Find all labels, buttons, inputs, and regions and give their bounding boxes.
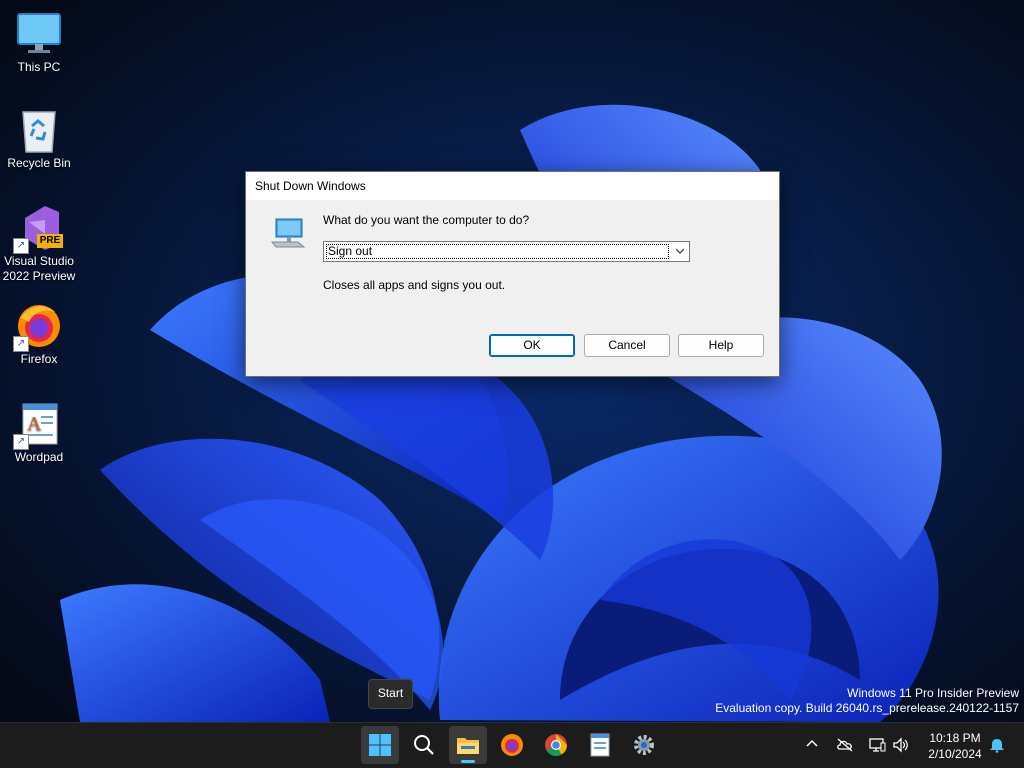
firefox-taskbar-button[interactable] (493, 726, 531, 764)
clock-date: 2/10/2024 (928, 747, 982, 761)
dialog-titlebar[interactable]: Shut Down Windows (246, 172, 779, 200)
shortcut-arrow-icon: ↗ (13, 434, 29, 450)
settings-icon (634, 735, 654, 755)
shutdown-dialog: Shut Down Windows What do you want the c… (245, 171, 780, 377)
desktop-icon-wordpad[interactable]: A ↗ Wordpad (0, 400, 78, 465)
chrome-taskbar-button[interactable] (537, 726, 575, 764)
help-button[interactable]: Help (678, 334, 764, 357)
desktop-icon-label: Wordpad (14, 450, 64, 464)
cancel-button[interactable]: Cancel (584, 334, 670, 357)
desktop-icon-recycle-bin[interactable]: Recycle Bin (0, 106, 78, 171)
clock-time: 10:18 PM (929, 731, 981, 745)
running-indicator (461, 760, 475, 763)
chevron-up-icon (806, 739, 818, 747)
start-button[interactable] (361, 726, 399, 764)
desktop-icon-firefox[interactable]: ↗ Firefox (0, 302, 78, 367)
wordpad-icon: A ↗ (13, 400, 63, 450)
dialog-title: Shut Down Windows (255, 179, 366, 193)
option-description: Closes all apps and signs you out. (323, 278, 506, 292)
desktop-icon-label: This PC (17, 60, 61, 74)
desktop-icon-label: Recycle Bin (7, 156, 71, 170)
onedrive-button[interactable] (834, 723, 856, 768)
watermark-line-2: Evaluation copy. Build 26040.rs_prerelea… (715, 701, 1019, 715)
bell-icon (990, 739, 1004, 753)
shutdown-option-dropdown[interactable]: Sign out (323, 241, 690, 262)
shortcut-arrow-icon: ↗ (13, 238, 29, 254)
start-tooltip: Start (368, 679, 413, 709)
shortcut-arrow-icon: ↗ (13, 336, 29, 352)
chevron-down-icon (675, 248, 685, 254)
dropdown-selected-value: Sign out (326, 244, 669, 259)
ok-button[interactable]: OK (489, 334, 575, 357)
volume-icon (893, 737, 908, 753)
firefox-icon: ↗ (13, 302, 63, 352)
notifications-button[interactable] (986, 723, 1008, 768)
recycle-bin-icon (15, 106, 63, 154)
evaluation-watermark: Windows 11 Pro Insider Preview Evaluatio… (715, 686, 1019, 716)
show-hidden-icons-button[interactable] (802, 723, 822, 768)
search-button[interactable] (405, 726, 443, 764)
file-explorer-icon (457, 738, 479, 754)
desktop-icon-label: Visual Studio 2022 Preview (2, 254, 76, 283)
taskbar: 10:18 PM 2/10/2024 (0, 722, 1024, 768)
file-explorer-button[interactable] (449, 726, 487, 764)
pre-badge: PRE (37, 234, 63, 248)
settings-taskbar-button[interactable] (625, 726, 663, 764)
wordpad-icon (590, 733, 610, 757)
network-icon (869, 738, 886, 752)
svg-text:A: A (27, 413, 42, 435)
desktop-icon-this-pc[interactable]: This PC (0, 10, 78, 75)
dialog-question: What do you want the computer to do? (323, 213, 530, 227)
monitor-icon (15, 10, 63, 58)
start-icon (369, 734, 391, 756)
clock-button[interactable]: 10:18 PM 2/10/2024 (920, 730, 990, 762)
desktop-icon-label: Firefox (20, 352, 58, 366)
visual-studio-icon: PRE ↗ (13, 204, 63, 254)
watermark-line-1: Windows 11 Pro Insider Preview (847, 686, 1019, 700)
wordpad-taskbar-button[interactable] (581, 726, 619, 764)
volume-button[interactable] (890, 723, 912, 768)
desktop-icon-visual-studio[interactable]: PRE ↗ Visual Studio 2022 Preview (0, 204, 78, 284)
chrome-icon (545, 734, 567, 756)
firefox-icon (501, 734, 523, 756)
network-button[interactable] (866, 723, 888, 768)
onedrive-icon (837, 738, 853, 752)
search-icon (414, 735, 434, 755)
computer-icon (270, 216, 306, 252)
